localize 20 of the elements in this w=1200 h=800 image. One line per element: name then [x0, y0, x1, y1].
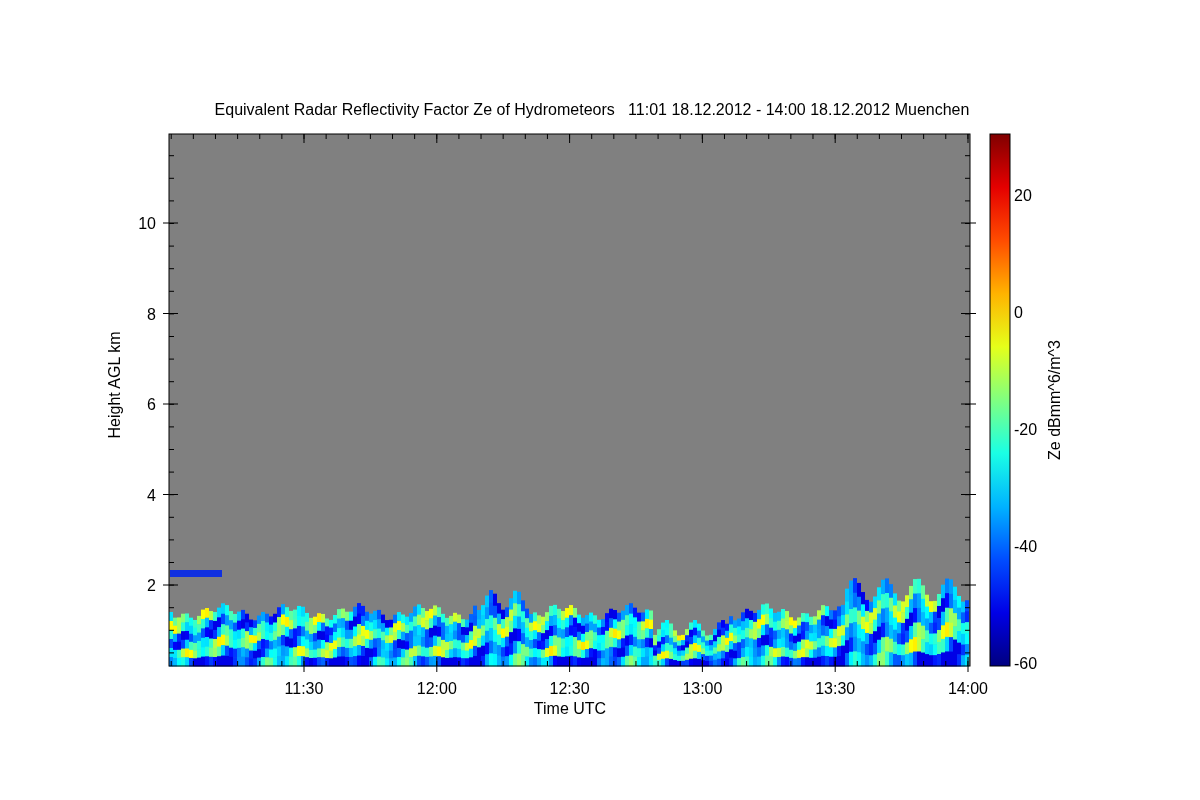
x-tick-label: 13:00: [682, 680, 723, 697]
y-tick-label: 10: [138, 215, 156, 232]
y-tick-label: 4: [147, 486, 156, 504]
x-tick-label: 13:30: [815, 680, 856, 697]
y-tick-label: 8: [147, 305, 156, 323]
colorbar-tick-label: 20: [1014, 187, 1032, 204]
x-tick-label: 14:00: [948, 680, 988, 697]
x-tick-label: 12:00: [416, 680, 457, 697]
colorbar-tick-label: -20: [1014, 421, 1038, 438]
chart-title: Equivalent Radar Reflectivity Factor Ze of Hydrometeors 11:01 18.12.2012 - 14:00 18.12.2012 Muenchen: [214, 101, 970, 118]
colorbar-tick-label: -40: [1014, 538, 1038, 555]
colorbar-tick-label: -60: [1014, 655, 1038, 672]
colorbar-tick-label: 0: [1014, 304, 1023, 321]
y-tick-label: 6: [147, 396, 156, 413]
x-tick-label: 12:30: [549, 680, 590, 697]
y-axis-label: Height AGL km: [106, 331, 123, 439]
colorbar-label: Ze dBmm^6/m^3: [1046, 340, 1063, 460]
x-tick-label: 11:30: [284, 680, 324, 697]
y-tick-label: 2: [147, 577, 156, 594]
x-axis-label: Time UTC: [533, 700, 607, 717]
